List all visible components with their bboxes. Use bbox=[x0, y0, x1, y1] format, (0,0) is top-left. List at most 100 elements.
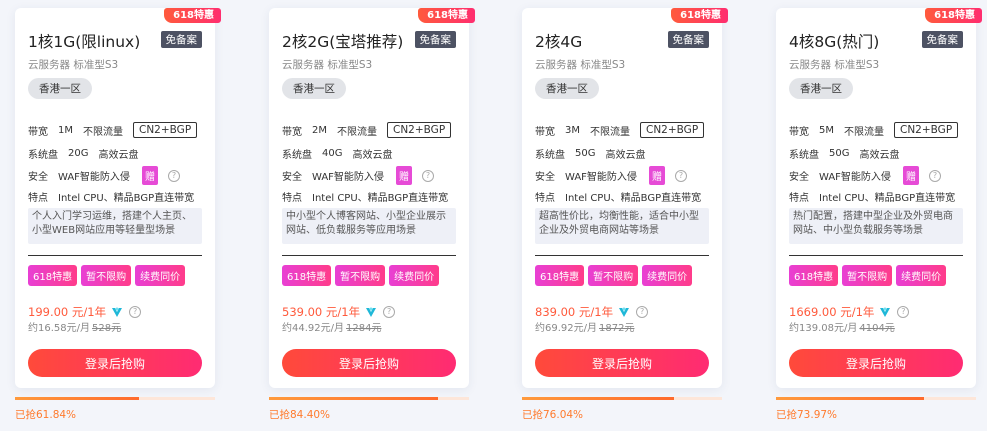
monthly-text: 约44.92元/月 bbox=[282, 323, 344, 334]
product-card: 618特惠 2核4G 免备案 云服务器 标准型S3 香港一区 带宽 3M 不限流… bbox=[522, 8, 728, 388]
spec-value: 3M bbox=[565, 124, 580, 136]
product-card: 618特惠 4核8G(热门) 免备案 云服务器 标准型S3 香港一区 带宽 5M… bbox=[776, 8, 982, 388]
help-icon[interactable]: ? bbox=[167, 169, 180, 182]
spec-value: 不限流量 bbox=[83, 126, 123, 138]
vip-icon bbox=[619, 307, 630, 317]
no-filing-badge: 免备案 bbox=[414, 31, 456, 48]
no-filing-badge: 免备案 bbox=[667, 31, 709, 48]
sold-progress-fill bbox=[269, 397, 438, 400]
spec-disk: 系统盘 40G 高效云盘 bbox=[282, 146, 392, 161]
tag: 618特惠 bbox=[535, 265, 585, 286]
spec-value: 2M bbox=[312, 124, 327, 136]
promo-badge: 618特惠 bbox=[671, 8, 728, 23]
price-text: 539.00 元/1年 bbox=[282, 305, 361, 319]
tag: 暂不限购 bbox=[842, 265, 893, 286]
spec-disk: 系统盘 20G 高效云盘 bbox=[28, 146, 138, 161]
tag-list: 618特惠 暂不限购 续费同价 bbox=[28, 265, 186, 286]
spec-bandwidth: 带宽 3M 不限流量 CN2+BGP bbox=[535, 122, 705, 138]
spec-label: 系统盘 bbox=[28, 150, 58, 161]
divider bbox=[28, 255, 202, 256]
help-icon[interactable]: ? bbox=[928, 169, 941, 182]
original-price: 1284元 bbox=[346, 323, 382, 334]
gift-badge: 赠 bbox=[648, 166, 665, 185]
spec-bandwidth: 带宽 1M 不限流量 CN2+BGP bbox=[28, 122, 198, 138]
product-description: 超高性价比，均衡性能，适合中小型企业及外贸电商网站等场景 bbox=[535, 208, 709, 244]
product-subtitle: 云服务器 标准型S3 bbox=[28, 59, 119, 71]
spec-value: 高效云盘 bbox=[352, 150, 393, 161]
tag: 618特惠 bbox=[789, 265, 839, 286]
sold-percentage: 已抢76.04% bbox=[522, 409, 584, 421]
price: 839.00 元/1年 ? bbox=[535, 304, 649, 320]
help-icon[interactable]: ? bbox=[129, 306, 142, 318]
spec-label: 系统盘 bbox=[789, 150, 819, 161]
region-chip[interactable]: 香港一区 bbox=[789, 78, 853, 99]
vip-icon bbox=[366, 307, 377, 317]
vip-icon bbox=[112, 307, 123, 317]
spec-value: 不限流量 bbox=[844, 126, 884, 138]
line-badge: CN2+BGP bbox=[640, 122, 705, 138]
product-title: 2核4G bbox=[535, 33, 583, 51]
product-description: 个人入门学习运维，搭建个人主页、小型WEB网站应用等轻量型场景 bbox=[28, 208, 202, 244]
gift-badge: 赠 bbox=[395, 166, 412, 185]
promo-badge: 618特惠 bbox=[418, 8, 475, 23]
help-icon[interactable]: ? bbox=[674, 169, 687, 182]
promo-badge: 618特惠 bbox=[164, 8, 221, 23]
spec-value: 50G bbox=[829, 148, 850, 159]
spec-value: Intel CPU、精品BGP直连带宽 bbox=[819, 193, 956, 204]
help-icon[interactable]: ? bbox=[897, 306, 910, 318]
tag-list: 618特惠 暂不限购 续费同价 bbox=[282, 265, 440, 286]
promo-badge: 618特惠 bbox=[925, 8, 982, 23]
divider bbox=[282, 255, 456, 256]
product-title: 1核1G(限linux) bbox=[28, 33, 141, 51]
help-icon[interactable]: ? bbox=[636, 306, 649, 318]
monthly-text: 约139.08元/月 bbox=[789, 323, 858, 334]
tag: 续费同价 bbox=[896, 265, 947, 286]
product-title: 4核8G(热门) bbox=[789, 33, 880, 51]
spec-security: 安全 WAF智能防入侵 赠 ? bbox=[789, 166, 941, 185]
product-subtitle: 云服务器 标准型S3 bbox=[282, 59, 373, 71]
price-text: 199.00 元/1年 bbox=[28, 305, 107, 319]
region-chip[interactable]: 香港一区 bbox=[282, 78, 346, 99]
divider bbox=[535, 255, 709, 256]
spec-label: 安全 bbox=[28, 172, 48, 183]
buy-button[interactable]: 登录后抢购 bbox=[28, 349, 202, 377]
line-badge: CN2+BGP bbox=[133, 122, 198, 138]
spec-value: 高效云盘 bbox=[98, 150, 139, 161]
tag: 618特惠 bbox=[282, 265, 332, 286]
sold-progress-fill bbox=[522, 397, 675, 400]
product-subtitle: 云服务器 标准型S3 bbox=[789, 59, 880, 71]
tag: 续费同价 bbox=[642, 265, 693, 286]
monthly-text: 约16.58元/月 bbox=[28, 323, 90, 334]
buy-button[interactable]: 登录后抢购 bbox=[535, 349, 709, 377]
spec-feature: 特点 Intel CPU、精品BGP直连带宽 bbox=[789, 189, 955, 204]
spec-bandwidth: 带宽 5M 不限流量 CN2+BGP bbox=[789, 122, 959, 138]
spec-label: 系统盘 bbox=[535, 150, 565, 161]
tag: 暂不限购 bbox=[81, 265, 132, 286]
sold-percentage: 已抢84.40% bbox=[269, 409, 331, 421]
spec-value: 高效云盘 bbox=[605, 150, 646, 161]
no-filing-badge: 免备案 bbox=[160, 31, 202, 48]
help-icon[interactable]: ? bbox=[421, 169, 434, 182]
price: 1669.00 元/1年 ? bbox=[789, 304, 910, 320]
region-chip[interactable]: 香港一区 bbox=[535, 78, 599, 99]
spec-label: 特点 bbox=[28, 193, 48, 204]
help-icon[interactable]: ? bbox=[383, 306, 396, 318]
spec-label: 带宽 bbox=[282, 126, 302, 138]
spec-label: 特点 bbox=[535, 193, 555, 204]
monthly-price: 约139.08元/月 4104元 bbox=[789, 319, 895, 334]
divider bbox=[789, 255, 963, 256]
spec-value: 高效云盘 bbox=[859, 150, 900, 161]
sold-percentage: 已抢61.84% bbox=[15, 409, 77, 421]
product-description: 中小型个人博客网站、小型企业展示网站、低负载服务等应用场景 bbox=[282, 208, 456, 244]
line-badge: CN2+BGP bbox=[387, 122, 452, 138]
sold-percentage: 已抢73.97% bbox=[776, 409, 838, 421]
price: 199.00 元/1年 ? bbox=[28, 304, 142, 320]
monthly-price: 约44.92元/月 1284元 bbox=[282, 319, 381, 334]
tag: 续费同价 bbox=[389, 265, 440, 286]
original-price: 528元 bbox=[92, 323, 122, 334]
buy-button[interactable]: 登录后抢购 bbox=[789, 349, 963, 377]
spec-label: 安全 bbox=[535, 172, 555, 183]
region-chip[interactable]: 香港一区 bbox=[28, 78, 92, 99]
buy-button[interactable]: 登录后抢购 bbox=[282, 349, 456, 377]
product-title: 2核2G(宝塔推荐) bbox=[282, 33, 404, 51]
